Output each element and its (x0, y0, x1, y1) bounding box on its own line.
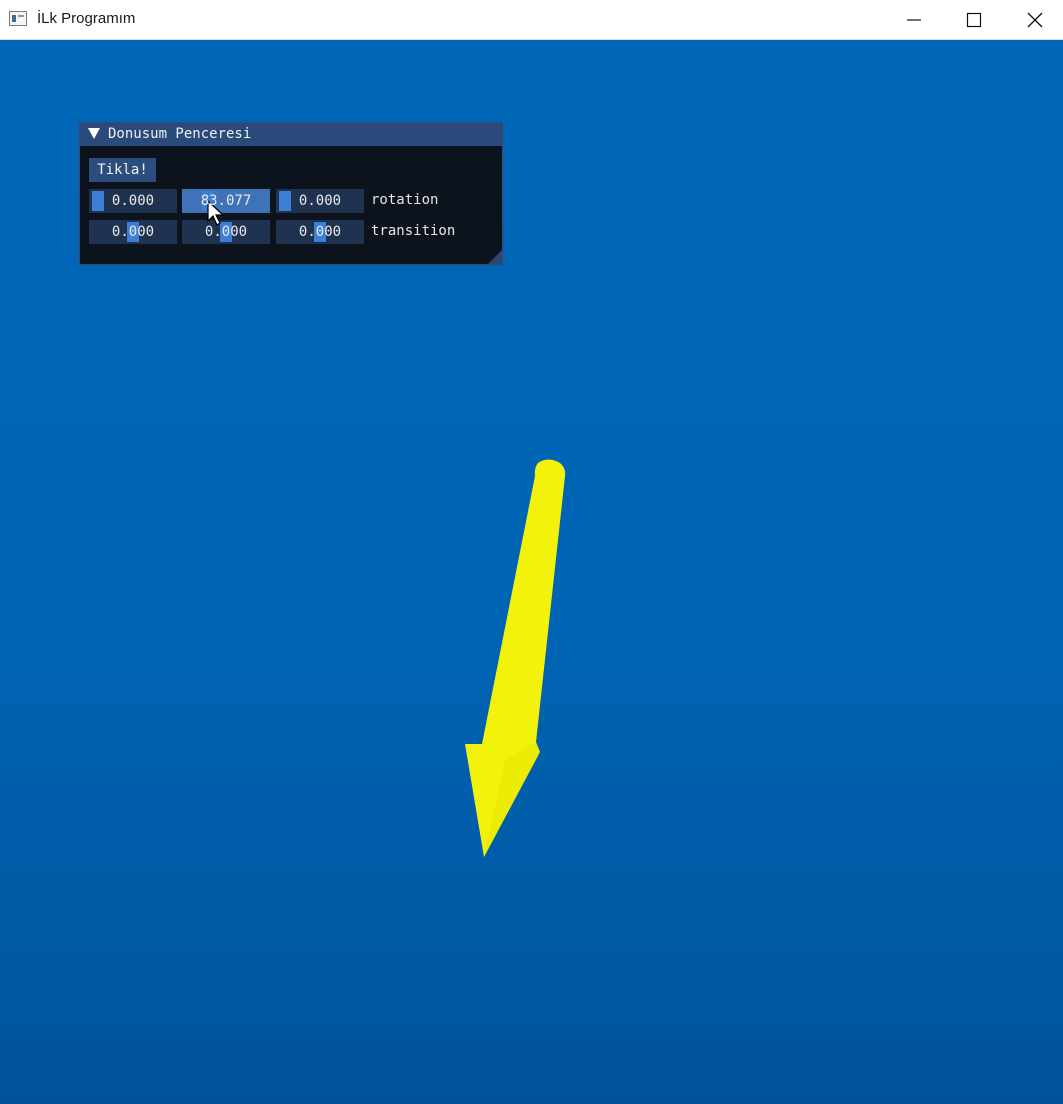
rotation-y-value: 83.077 (200, 193, 252, 209)
minimize-button[interactable] (886, 0, 942, 40)
imgui-window-title: Donusum Penceresi (108, 126, 252, 142)
rotation-x-value: 0.000 (111, 193, 155, 209)
app-window-icon (9, 11, 27, 26)
minimize-icon (907, 19, 921, 21)
maximize-icon (966, 12, 982, 28)
imgui-transform-window[interactable]: Donusum Penceresi Tikla! 0.000 83.077 0.… (79, 122, 503, 265)
collapse-triangle-icon[interactable] (88, 128, 100, 139)
transition-label: transition (371, 223, 456, 239)
resize-grip[interactable] (488, 250, 502, 264)
render-viewport[interactable]: Donusum Penceresi Tikla! 0.000 83.077 0.… (0, 40, 1063, 1104)
imgui-title-bar[interactable]: Donusum Penceresi (80, 123, 502, 146)
transition-y-value: 0.000 (204, 224, 248, 240)
rotation-z-value: 0.000 (298, 193, 342, 209)
rotation-label: rotation (371, 192, 439, 208)
transition-z-drag[interactable]: 0.000 (276, 220, 364, 244)
app-window: İLk Programım Donusum Penceresi Tikla! 0… (0, 0, 1063, 1104)
transition-y-drag[interactable]: 0.000 (182, 220, 270, 244)
transition-x-drag[interactable]: 0.000 (89, 220, 177, 244)
close-button[interactable] (1007, 0, 1063, 40)
close-icon (1027, 12, 1043, 28)
transition-x-value: 0.000 (111, 224, 155, 240)
rotation-z-drag[interactable]: 0.000 (276, 189, 364, 213)
rotation-x-drag[interactable]: 0.000 (89, 189, 177, 213)
title-bar[interactable]: İLk Programım (0, 0, 1063, 40)
maximize-button[interactable] (946, 0, 1002, 40)
transition-z-value: 0.000 (298, 224, 342, 240)
window-title: İLk Programım (37, 10, 136, 27)
tikla-button[interactable]: Tikla! (89, 158, 156, 182)
